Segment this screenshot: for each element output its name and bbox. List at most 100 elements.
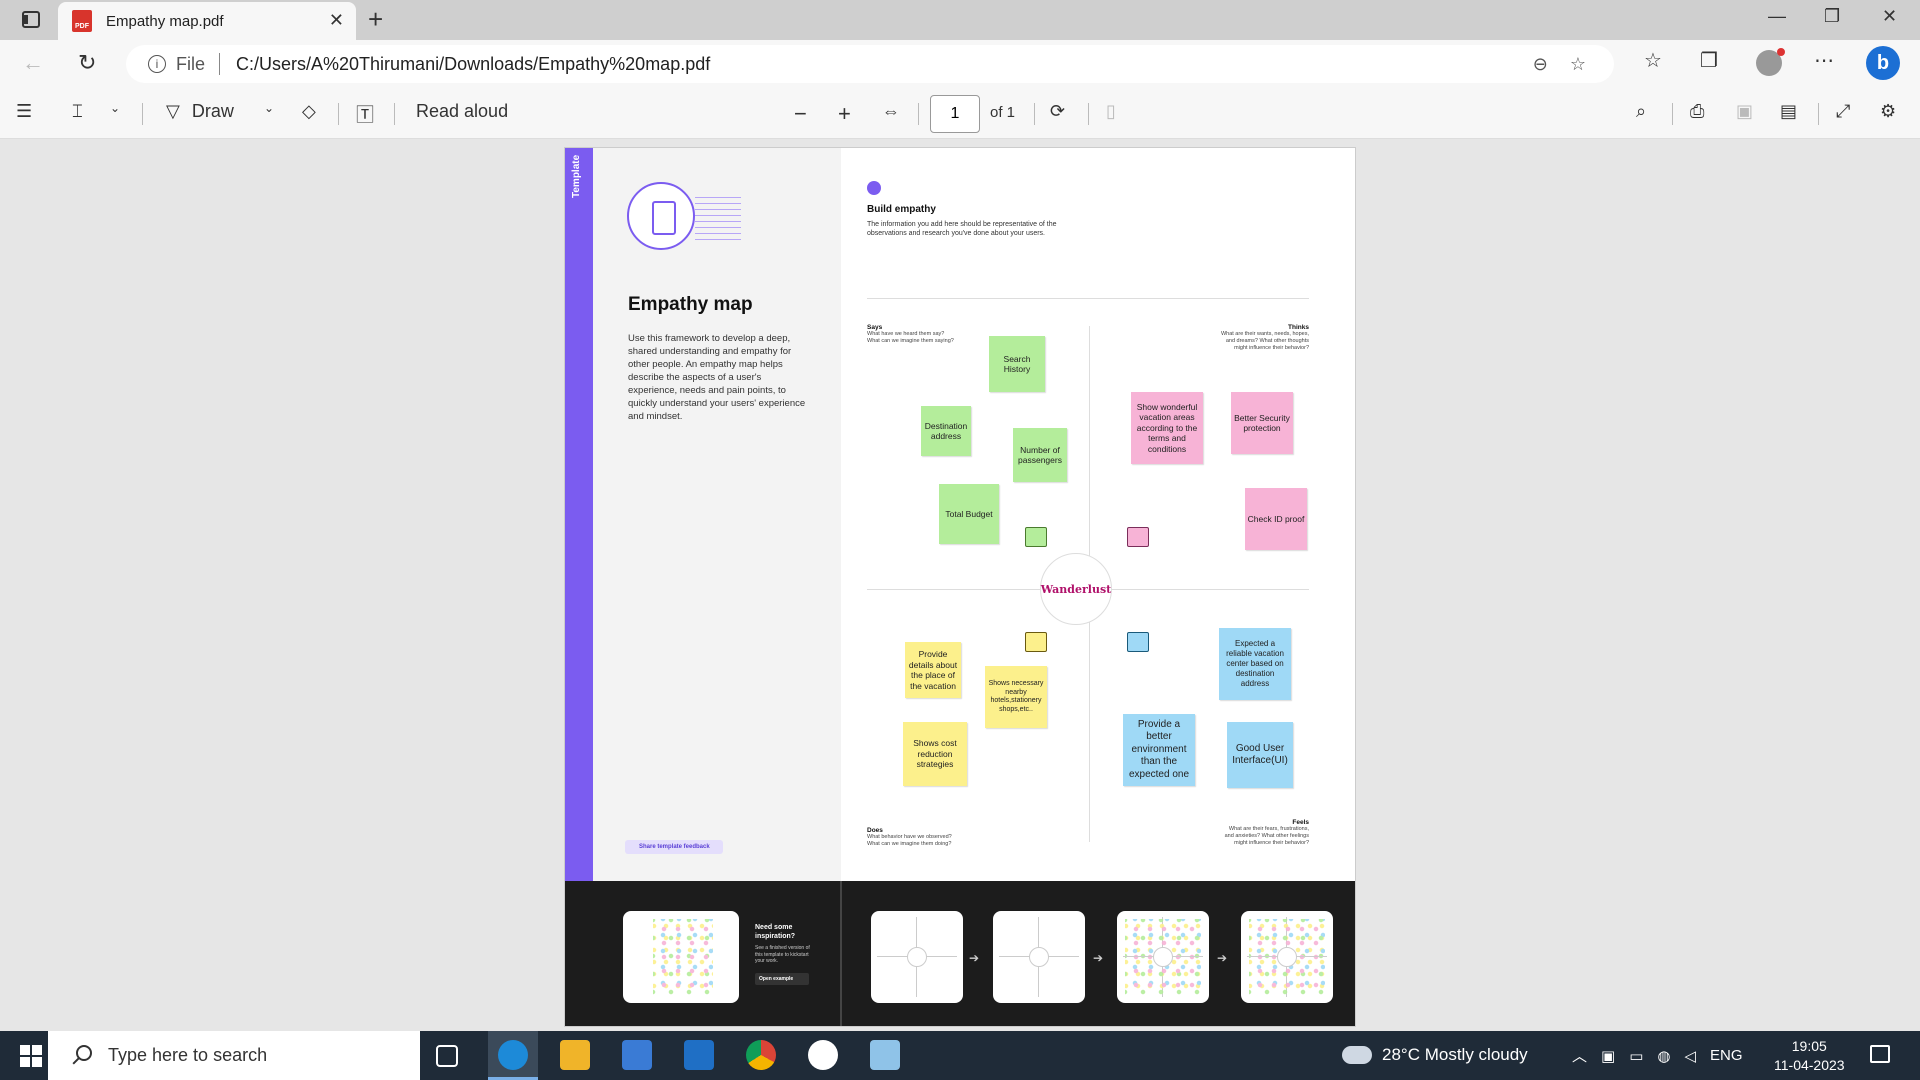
zoom-out-button[interactable]: − xyxy=(794,101,807,127)
clock[interactable]: 19:05 11-04-2023 xyxy=(1774,1037,1845,1075)
read-aloud-button[interactable]: Read aloud xyxy=(416,101,508,122)
sticky-note: Shows necessary nearby hotels,stationery… xyxy=(985,666,1047,728)
draw-button[interactable]: ▽ Draw xyxy=(166,101,234,122)
page-number-input[interactable]: 1 xyxy=(930,95,980,133)
highlight-dropdown-icon[interactable]: ⌄ xyxy=(110,101,120,115)
top-divider xyxy=(867,298,1309,299)
share-feedback-link[interactable]: Share template feedback xyxy=(625,840,723,854)
template-illustration-icon xyxy=(627,182,695,250)
sticky-note: Expected a reliable vacation center base… xyxy=(1219,628,1291,700)
address-separator xyxy=(219,53,221,75)
save-icon[interactable]: ▣ xyxy=(1736,101,1753,122)
clock-date: 11-04-2023 xyxy=(1774,1057,1845,1073)
print-icon[interactable]: ⎙ xyxy=(1690,101,1704,122)
favorites-icon[interactable]: ☆ xyxy=(1644,48,1662,73)
add-favorite-icon[interactable]: ☆ xyxy=(1570,54,1586,75)
arrow-icon: ➔ xyxy=(1217,951,1228,965)
sticky-note: Better Security protection xyxy=(1231,392,1293,454)
search-icon xyxy=(76,1045,92,1061)
step-thumbnail-3 xyxy=(1117,911,1209,1003)
draw-icon: ▽ xyxy=(166,101,180,121)
system-tray: ︿ ▣ ▭ ◍ ◁ ENG xyxy=(1572,1045,1743,1066)
fit-page-icon[interactable]: ⇔ xyxy=(882,101,900,122)
cloudy-weather-icon xyxy=(1338,1038,1372,1064)
tab-empathy-map[interactable]: PDF Empathy map.pdf ✕ xyxy=(58,2,356,40)
sticky-note: Total Budget xyxy=(939,484,999,544)
windows-start-icon[interactable] xyxy=(20,1045,42,1067)
microsoft-store-icon[interactable] xyxy=(622,1040,652,1070)
meet-now-icon[interactable]: ▣ xyxy=(1601,1047,1615,1065)
step-thumbnail-4 xyxy=(1241,911,1333,1003)
feels-label: Feels What are their fears, frustrations,… xyxy=(1224,819,1309,846)
edge-browser-icon[interactable] xyxy=(498,1040,528,1070)
example-thumbnail[interactable] xyxy=(623,911,739,1003)
zoom-in-button[interactable]: + xyxy=(838,101,851,127)
notification-center-icon[interactable] xyxy=(1870,1045,1890,1063)
close-tab-icon[interactable]: ✕ xyxy=(329,10,344,31)
template-title: Empathy map xyxy=(628,294,753,315)
eraser-icon[interactable]: ◇ xyxy=(302,101,316,122)
sticky-note: Provide details about the place of the v… xyxy=(905,642,961,698)
sticky-note: Provide a better environment than the ex… xyxy=(1123,714,1195,786)
highlight-icon[interactable]: ⌶ xyxy=(72,101,83,122)
tab-actions-icon[interactable] xyxy=(22,11,40,28)
taskbar: Type here to search 28°C Mostly cloudy ︿… xyxy=(0,1031,1920,1080)
profile-avatar[interactable] xyxy=(1756,48,1785,76)
add-text-icon[interactable]: 🅃 xyxy=(356,101,374,127)
clock-time: 19:05 xyxy=(1791,1038,1827,1054)
taskbar-search-box[interactable]: Type here to search xyxy=(48,1031,420,1080)
build-empathy-description: The information you add here should be r… xyxy=(867,221,1057,237)
close-window-button[interactable]: ✕ xyxy=(1882,6,1897,27)
fullscreen-icon[interactable]: ⤢ xyxy=(1836,101,1850,122)
weather-text: 28°C Mostly cloudy xyxy=(1382,1045,1528,1064)
info-icon[interactable]: i xyxy=(148,55,166,73)
weather-widget[interactable]: 28°C Mostly cloudy xyxy=(1338,1038,1528,1065)
open-example-button[interactable]: Open example xyxy=(755,973,809,985)
zoom-icon[interactable]: ⊖ xyxy=(1533,54,1548,75)
mail-icon[interactable] xyxy=(684,1040,714,1070)
contents-icon[interactable]: ☰ xyxy=(16,101,32,122)
search-placeholder: Type here to search xyxy=(108,1045,268,1065)
find-icon[interactable]: ⌕ xyxy=(1636,101,1646,122)
chrome-icon[interactable] xyxy=(746,1040,776,1070)
volume-icon[interactable]: ◁ xyxy=(1684,1047,1696,1065)
pdf-toolbar: ☰ ⌶ ⌄ ▽ Draw ⌄ ◇ 🅃 Read aloud − + ⇔ 1 of… xyxy=(0,87,1920,139)
step-dot xyxy=(867,181,881,195)
language-indicator[interactable]: ENG xyxy=(1710,1047,1743,1064)
collections-icon[interactable]: ❐ xyxy=(1700,48,1718,73)
app-icon[interactable] xyxy=(808,1040,838,1070)
sticky-note: Shows cost reduction strategies xyxy=(903,722,967,786)
settings-gear-icon[interactable]: ⚙ xyxy=(1880,101,1896,122)
minimize-button[interactable]: — xyxy=(1768,6,1786,27)
thinks-label: Thinks What are their wants, needs, hopes… xyxy=(1220,324,1309,351)
sticky-note: Show wonderful vacation areas according … xyxy=(1131,392,1203,464)
sticky-note: Number of passengers xyxy=(1013,428,1067,482)
thinks-bubble-icon xyxy=(1127,527,1149,547)
template-description: Use this framework to develop a deep, sh… xyxy=(628,333,806,422)
rotate-icon[interactable]: ⟳ xyxy=(1050,101,1065,122)
file-explorer-icon[interactable] xyxy=(560,1040,590,1070)
address-field[interactable]: i File C:/Users/A%20Thirumani/Downloads/… xyxy=(126,45,1614,83)
does-hand-icon xyxy=(1025,632,1047,652)
sticky-note: Destination address xyxy=(921,406,971,456)
network-icon[interactable]: ◍ xyxy=(1657,1047,1670,1065)
notepad-icon[interactable] xyxy=(870,1040,900,1070)
more-options-icon[interactable]: ⋯ xyxy=(1814,48,1834,73)
task-view-icon[interactable] xyxy=(436,1045,458,1067)
bing-icon[interactable]: b xyxy=(1866,46,1900,80)
says-label: Says What have we heard them say? What ca… xyxy=(867,324,954,344)
page-total: of 1 xyxy=(990,104,1016,121)
back-arrow-icon[interactable]: ← xyxy=(22,50,44,76)
new-tab-button[interactable]: + xyxy=(368,4,383,35)
sticky-note: Good User Interface(UI) xyxy=(1227,722,1293,788)
page-view-icon[interactable]: ▯ xyxy=(1106,101,1116,122)
save-as-icon[interactable]: ▤ xyxy=(1780,101,1797,122)
inspiration-text: Need some inspiration? See a finished ve… xyxy=(755,924,810,964)
show-hidden-icons-icon[interactable]: ︿ xyxy=(1572,1045,1587,1066)
refresh-icon[interactable]: ↻ xyxy=(78,50,96,76)
restore-button[interactable]: ❐ xyxy=(1824,6,1840,27)
battery-icon[interactable]: ▭ xyxy=(1629,1047,1643,1065)
build-empathy-title: Build empathy xyxy=(867,204,936,215)
draw-label: Draw xyxy=(191,101,234,121)
draw-dropdown-icon[interactable]: ⌄ xyxy=(264,101,274,115)
